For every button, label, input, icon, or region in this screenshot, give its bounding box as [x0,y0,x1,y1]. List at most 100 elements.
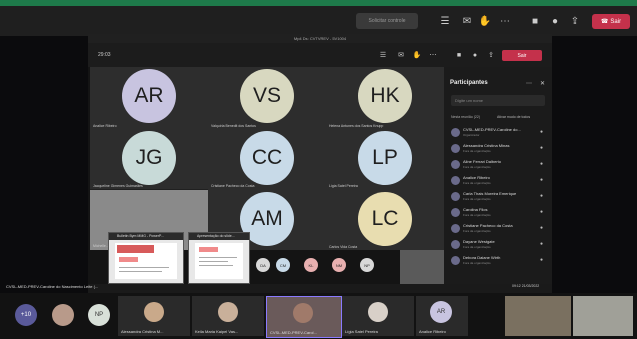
mic-icon[interactable]: ● [548,14,562,28]
participant-tile[interactable]: JG Jacqueline Gimenes Guimarães [90,129,208,189]
participant-row[interactable]: Cristiane Pacheco da Costa Fora da organi… [449,222,549,236]
participant-name: Dayane Westgate [463,239,495,244]
participant-thumb[interactable] [505,296,571,336]
slide-line [199,257,238,258]
panel-more-icon[interactable]: ⋯ [526,80,532,87]
overflow-tile[interactable]: +10 [12,296,42,336]
participant-thumb[interactable]: Lígia Satel Pereira [342,296,414,336]
inner-more-icon[interactable]: ⋯ [428,50,438,60]
mic-icon: ● [539,225,543,231]
participant-name: Analice Ribeiro [419,329,446,334]
participant-role: Fora da organização [463,181,491,185]
taskbar-clock: 09:12 21/03/2022 [512,284,540,288]
participant-name: Alessandra Cristina Minas [463,143,510,148]
participant-tile[interactable]: LP Lígia Satel Pereira [326,129,444,189]
video-thumbnail[interactable] [400,250,444,284]
participant-name: CVSL-MED-PREV-Caroline do... [463,127,521,132]
participant-name: Helena Antunes dos Santos Knupp [329,124,384,128]
avatar [218,302,238,322]
avatar [144,302,164,322]
participant-name: Keila Maria Kaipel Vas... [195,329,239,334]
people-icon[interactable]: ☰ [438,14,452,28]
participant-tile[interactable]: CC Cristiane Pacheco da Costa [208,129,326,189]
participant-name: Valquíria Benedit dos Santos [211,124,256,128]
inner-share-icon[interactable]: ⇪ [486,50,496,60]
participant-role: Fora da organização [463,197,491,201]
inner-hand-icon[interactable]: ✋ [412,50,422,60]
slide-line [119,267,169,268]
avatar [52,304,74,326]
avatar: LP [358,131,412,185]
participant-name: Lígia Satel Pereira [345,329,378,334]
inner-camera-icon[interactable]: ■ [454,50,464,60]
participant-thumb[interactable] [573,296,633,336]
participant-row[interactable]: Dayane Westgate Fora da organização ● [449,238,549,252]
mic-icon: ● [539,241,543,247]
self-video-name: Michelle... [93,244,109,248]
chat-icon[interactable]: ✉ [460,14,474,28]
avatar [293,303,313,323]
participant-search-input[interactable]: Digite um nome [451,95,545,106]
inner-leave-button[interactable]: Sair [502,50,542,61]
panel-close-icon[interactable]: ✕ [540,80,545,87]
participant-tile[interactable]: AR Analice Ribeiro [90,67,208,129]
participant-row[interactable]: Analice Ribeiro Fora da organização ● [449,174,549,188]
section-header[interactable]: Nesta reunião (22) [451,115,480,119]
participant-row[interactable]: Carolina Filos Fora da organização ● [449,206,549,220]
participant-name: Cristiane Pacheco da Costa [211,184,255,188]
mic-icon: ● [539,257,543,263]
inner-chat-icon[interactable]: ✉ [396,50,406,60]
participant-tile[interactable]: VS Valquíria Benedit dos Santos [208,67,326,129]
avatar: CC [240,131,294,185]
inner-mic-icon[interactable]: ● [470,50,480,60]
leave-button[interactable]: ☎ Sair [592,14,630,29]
mic-icon: ● [539,193,543,199]
participant-name: Analice Ribeiro [93,124,117,128]
participant-name: Lígia Satel Pereira [329,184,358,188]
taskbar-preview-powerpoint[interactable]: Bulletin Bym MMG - PowerP... [108,232,184,284]
camera-icon[interactable]: ■ [528,14,542,28]
overflow-count: +10 [15,304,37,326]
mute-all-button[interactable]: Ativar mudo de todos [497,115,530,119]
participant-role: Fora da organização [463,213,491,217]
small-avatar[interactable]: DA [256,258,270,272]
slide-line [199,265,233,266]
meeting-timer: 29:03 [98,52,111,58]
request-control-button[interactable]: Solicitar controle [356,13,418,29]
avatar [451,208,460,217]
small-avatar[interactable]: CM [276,258,290,272]
taskbar-preview-slides[interactable]: Apresentação do slide... [188,232,250,284]
participant-row[interactable]: Carla Thais Moreira Emerique Fora da orga… [449,190,549,204]
participant-tile[interactable]: HK Helena Antunes dos Santos Knupp [326,67,444,129]
small-avatar[interactable]: NP [360,258,374,272]
slide-line [199,261,228,262]
raise-hand-icon[interactable]: ✋ [478,14,492,28]
mic-icon: ● [539,161,543,167]
participant-thumb[interactable]: NP [84,296,114,336]
slide-thumbnail [195,243,243,279]
participant-thumb[interactable]: AR Analice Ribeiro [416,296,468,336]
avatar [451,240,460,249]
participant-role: Fora da organização [463,149,491,153]
participant-row[interactable]: CVSL-MED-PREV-Caroline do... Organizador ● [449,126,549,140]
avatar [451,128,460,137]
small-avatar[interactable]: KL [304,258,318,272]
small-avatar[interactable]: NM [332,258,346,272]
inner-people-icon[interactable]: ☰ [378,50,388,60]
avatar [451,160,460,169]
participant-tile[interactable]: LC Carlos Vida Costa [326,189,444,250]
participant-thumb[interactable]: Alessandra Cristina M... [118,296,190,336]
share-icon[interactable]: ⇪ [568,14,582,28]
speaker-status: CVSL-MED-PREV-Caroline do Nascimento Lei… [6,284,99,289]
participant-name: Carolina Filos [463,207,488,212]
mic-icon: ● [539,209,543,215]
participant-name: Aline Ferrari Dalberto [463,159,502,164]
participant-row[interactable]: Alessandra Cristina Minas Fora da organiz… [449,142,549,156]
more-icon[interactable]: ⋯ [498,14,512,28]
participant-role: Fora da organização [463,245,491,249]
participant-row[interactable]: Debora Daiane Wirth Fora da organização ● [449,254,549,268]
participant-row[interactable]: Aline Ferrari Dalberto Fora da organizaçã… [449,158,549,172]
participant-thumb-active[interactable]: CVSL-MED-PREV-Carol... [266,296,342,338]
participant-thumb[interactable] [46,296,80,336]
participant-thumb[interactable]: Keila Maria Kaipel Vas... [192,296,264,336]
